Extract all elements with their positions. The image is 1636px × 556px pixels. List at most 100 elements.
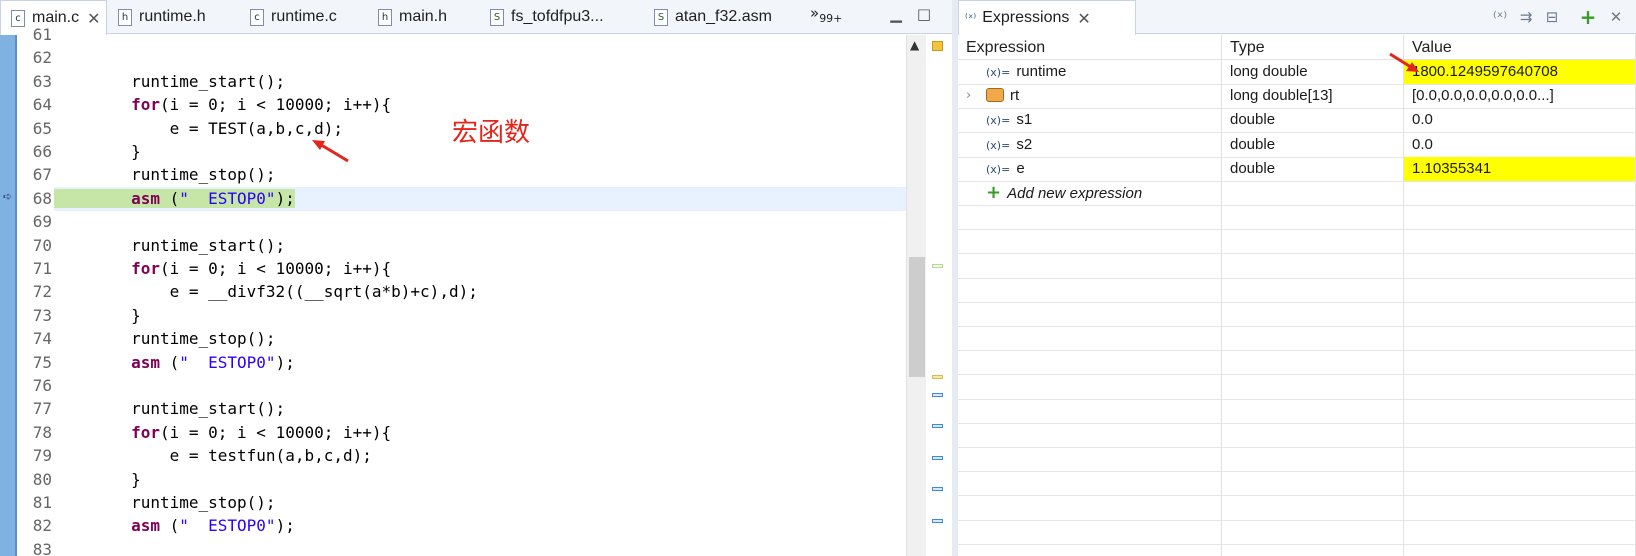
tab-label: fs_tofdfpu3... xyxy=(511,8,604,25)
scrollbar-thumb[interactable] xyxy=(909,257,925,377)
empty-cell xyxy=(1404,471,1636,496)
bookmark-marker[interactable] xyxy=(932,393,943,397)
code-token: e = TEST(a,b,c,d); xyxy=(169,118,343,138)
code-line[interactable]: runtime_start(); xyxy=(54,234,906,258)
expression-row-runtime[interactable]: (x)= runtime long double 1800.1249597640708 xyxy=(958,60,1636,85)
occurrence-marker[interactable] xyxy=(932,375,943,379)
code-line[interactable]: for(i = 0; i < 10000; i++){ xyxy=(54,257,906,281)
code-line[interactable]: runtime_stop(); xyxy=(54,327,906,351)
expression-value[interactable]: 0.0 xyxy=(1404,108,1636,133)
add-new-expression-row[interactable]: + Add new expression xyxy=(958,181,1636,206)
close-icon[interactable]: ✕ xyxy=(1077,9,1090,28)
warning-marker[interactable] xyxy=(932,41,943,51)
empty-cell xyxy=(1404,544,1636,556)
bookmark-marker[interactable] xyxy=(932,519,943,523)
vertical-scrollbar[interactable]: ▲ xyxy=(906,35,926,556)
expression-name-cell[interactable]: (x)= runtime xyxy=(958,60,1222,84)
c-file-icon: c xyxy=(250,8,264,26)
code-line[interactable]: e = testfun(a,b,c,d); xyxy=(54,444,906,468)
expression-value[interactable]: 0.0 xyxy=(1404,132,1636,157)
column-header-value[interactable]: Value xyxy=(1404,35,1636,60)
empty-cell xyxy=(1222,447,1404,472)
expression-name-cell[interactable]: (x)= s1 xyxy=(958,108,1222,133)
empty-cell xyxy=(958,544,1222,556)
expression-name-cell[interactable]: › rt xyxy=(958,84,1222,109)
tab-atan-f32-asm[interactable]: S atan_f32.asm xyxy=(654,0,772,34)
expression-row-rt[interactable]: › rt long double[13] [0.0,0.0,0.0,0.0,0.0..… xyxy=(958,84,1636,110)
scroll-up-icon[interactable]: ▲ xyxy=(910,38,919,52)
add-expression-icon[interactable]: + xyxy=(1578,7,1598,27)
expression-value-changed[interactable]: 1.10355341 xyxy=(1404,156,1636,181)
occurrence-marker[interactable] xyxy=(932,264,943,268)
tab-runtime-c[interactable]: c runtime.c xyxy=(250,0,337,34)
expression-row-s1[interactable]: (x)= s1 double 0.0 xyxy=(958,108,1636,134)
array-variable-icon xyxy=(986,88,1004,103)
expression-value[interactable]: [0.0,0.0,0.0,0.0,0.0...] xyxy=(1404,84,1636,109)
expression-row-e[interactable]: (x)= e double 1.10355341 xyxy=(958,156,1636,182)
code-editor[interactable]: c main.c ✕ h runtime.h c runtime.c h mai… xyxy=(0,0,952,556)
collapse-all-icon[interactable]: ⇉ xyxy=(1516,7,1536,27)
line-number: 67 xyxy=(32,165,52,185)
code-line-content: for(i = 0; i < 10000; i++){ xyxy=(54,95,391,114)
code-line[interactable] xyxy=(54,538,906,556)
code-line[interactable]: runtime_start(); xyxy=(54,70,906,94)
overview-ruler[interactable] xyxy=(928,35,948,556)
add-new-expression-cell[interactable]: + Add new expression xyxy=(958,181,1222,205)
expressions-table[interactable]: Expression Type Value (x)= runtime long do… xyxy=(958,35,1636,556)
code-line[interactable] xyxy=(54,35,906,47)
code-line-content: e = TEST(a,b,c,d); xyxy=(54,119,343,138)
tab-main-c[interactable]: c main.c ✕ xyxy=(0,0,107,35)
code-line[interactable]: asm (" ESTOP0"); xyxy=(54,514,906,538)
expression-name-cell[interactable]: (x)= e xyxy=(958,156,1222,181)
tab-expressions[interactable]: ⁽ˣ⁾ Expressions ✕ xyxy=(958,0,1136,35)
empty-row xyxy=(958,398,1636,424)
code-line[interactable]: } xyxy=(54,468,906,492)
remove-all-icon[interactable]: ✕ xyxy=(1606,7,1626,27)
breakpoint-gutter[interactable] xyxy=(0,35,17,556)
empty-row xyxy=(958,423,1636,448)
code-line[interactable]: for(i = 0; i < 10000; i++){ xyxy=(54,421,906,445)
tab-main-h[interactable]: h main.h xyxy=(378,0,447,34)
code-token: runtime_stop(); xyxy=(131,329,276,349)
code-token: (i = 0; i < 10000; i++){ xyxy=(159,259,392,278)
code-line[interactable] xyxy=(54,46,906,70)
bookmark-marker[interactable] xyxy=(932,456,943,460)
tab-overflow-button[interactable]: »99+ xyxy=(810,4,842,25)
column-header-expression[interactable]: Expression xyxy=(958,35,1222,60)
code-line[interactable]: runtime_stop(); xyxy=(54,163,906,187)
code-line-content: for(i = 0; i < 10000; i++){ xyxy=(54,423,391,442)
show-type-names-icon[interactable]: ⁽ˣ⁾ xyxy=(1490,7,1510,27)
layout-icon[interactable]: ⊟ xyxy=(1542,7,1562,27)
code-line[interactable] xyxy=(54,210,906,234)
code-line[interactable] xyxy=(54,374,906,398)
expression-value-changed[interactable]: 1800.1249597640708 xyxy=(1404,60,1636,84)
bookmark-marker[interactable] xyxy=(932,424,943,428)
expression-name-cell[interactable]: (x)= s2 xyxy=(958,132,1222,157)
tab-runtime-h[interactable]: h runtime.h xyxy=(118,0,206,34)
expression-name: s2 xyxy=(1016,135,1033,153)
code-line-content: } xyxy=(54,142,141,161)
add-new-expression-label: Add new expression xyxy=(1007,185,1143,202)
code-line[interactable]: runtime_start(); xyxy=(54,397,906,421)
line-number: 65 xyxy=(32,118,52,138)
maximize-button[interactable]: □ xyxy=(916,6,932,22)
current-code-line[interactable]: asm (" ESTOP0"); xyxy=(54,186,906,211)
code-line[interactable]: e = __divf32((__sqrt(a*b)+c),d); xyxy=(54,280,906,304)
tab-fs-tofdfpu3[interactable]: S fs_tofdfpu3... xyxy=(490,0,604,34)
code-keyword: asm xyxy=(131,188,160,208)
expand-chevron-icon[interactable]: › xyxy=(966,84,971,108)
code-line-content: asm (" ESTOP0"); xyxy=(54,353,295,372)
empty-row xyxy=(958,302,1636,327)
close-icon[interactable]: ✕ xyxy=(87,9,100,28)
code-line[interactable]: runtime_stop(); xyxy=(54,491,906,515)
empty-row xyxy=(958,229,1636,255)
minimize-button[interactable]: ▁ xyxy=(888,6,904,22)
column-header-type[interactable]: Type xyxy=(1222,35,1404,60)
overflow-count: 99+ xyxy=(819,12,843,25)
expression-row-s2[interactable]: (x)= s2 double 0.0 xyxy=(958,132,1636,158)
code-line[interactable]: } xyxy=(54,304,906,328)
bookmark-marker[interactable] xyxy=(932,487,943,491)
code-line[interactable]: asm (" ESTOP0"); xyxy=(54,351,906,375)
